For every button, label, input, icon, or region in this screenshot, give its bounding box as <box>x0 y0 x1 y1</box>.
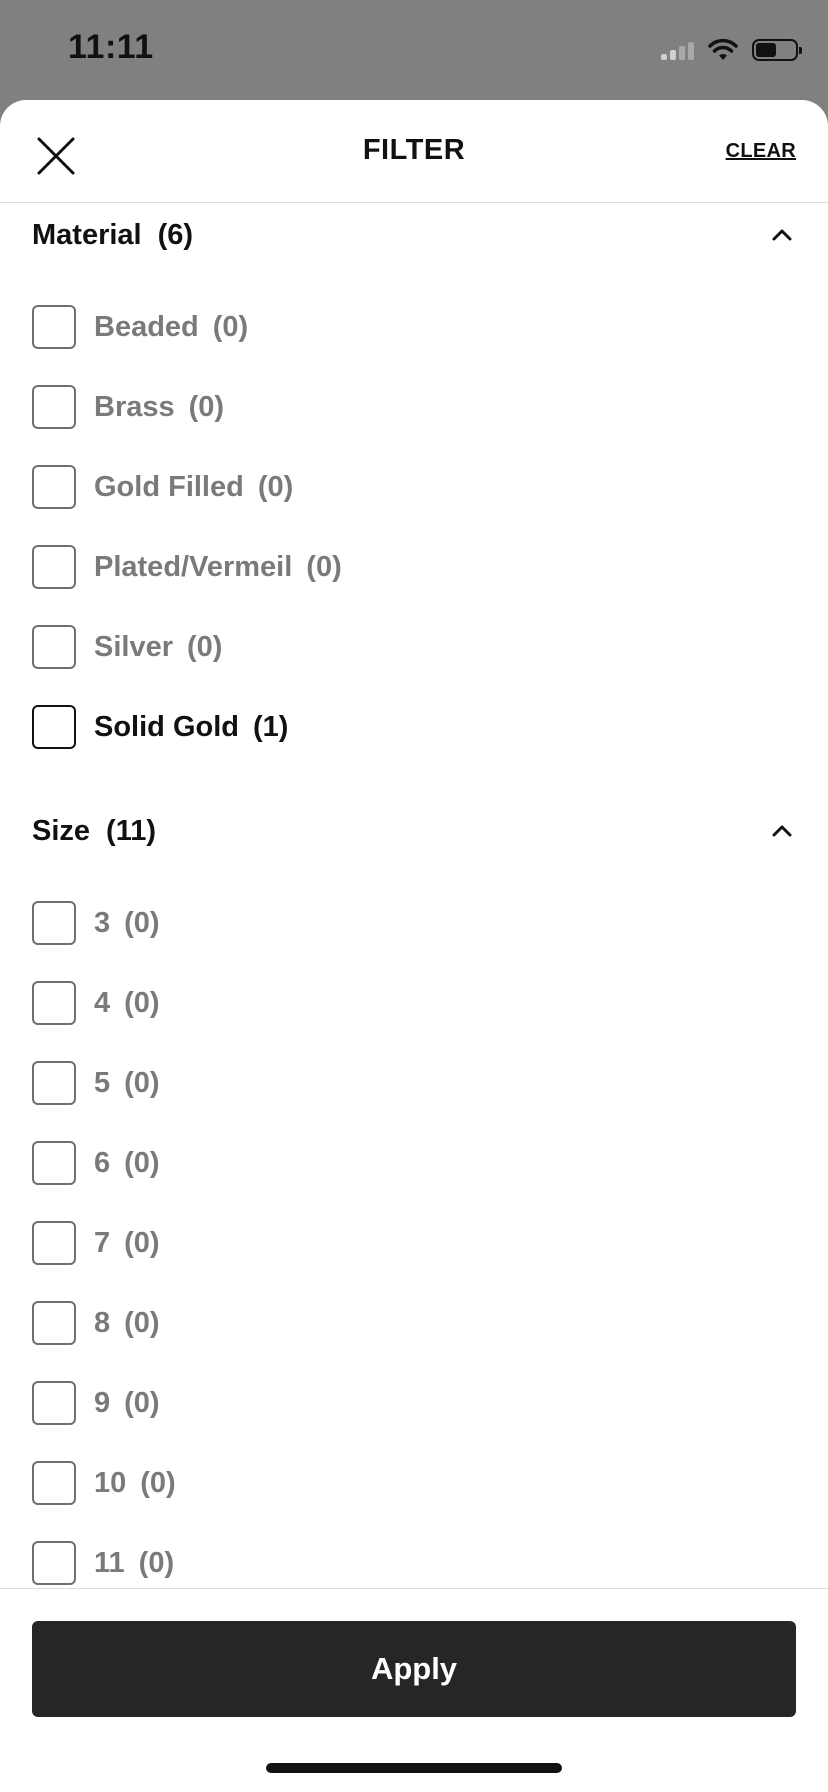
option-count: (0) <box>124 1146 160 1179</box>
option-count: (0) <box>257 470 294 503</box>
status-bar: 11:11 <box>0 0 828 100</box>
cellular-signal-icon <box>661 40 694 60</box>
option-label: Gold Filled <box>94 470 244 503</box>
checkbox[interactable] <box>32 1061 76 1105</box>
chevron-up-icon[interactable] <box>770 227 794 243</box>
option-label: 5 <box>94 1066 111 1099</box>
status-time: 11:11 <box>68 28 154 66</box>
options-list: 3 (0) 4 (0) 5 (0) 6 (0) 7 (0) 8 (0) 9 (0) 10 (0) 11 (0) <box>0 863 828 1613</box>
filter-option[interactable]: Solid Gold (1) <box>0 687 828 767</box>
option-label: Solid Gold <box>94 710 239 743</box>
status-icons <box>661 30 802 70</box>
checkbox[interactable] <box>32 545 76 589</box>
filter-option[interactable]: 5 (0) <box>0 1043 828 1123</box>
option-label: Brass <box>94 390 175 423</box>
option-count: (1) <box>253 710 289 743</box>
option-label: 7 <box>94 1226 111 1259</box>
option-label: 9 <box>94 1386 111 1419</box>
checkbox[interactable] <box>32 1381 76 1425</box>
wifi-icon <box>708 38 738 60</box>
checkbox[interactable] <box>32 1221 76 1265</box>
option-count: (0) <box>138 1546 175 1579</box>
section-header[interactable]: Size (11) <box>0 799 828 863</box>
checkbox[interactable] <box>32 705 76 749</box>
option-label: 8 <box>94 1306 111 1339</box>
option-count: (0) <box>188 390 225 423</box>
filter-section-material: Material (6) Beaded (0) Brass (0) Gold Filled (… <box>0 203 828 777</box>
option-count: (0) <box>140 1466 176 1499</box>
apply-button[interactable]: Apply <box>32 1621 796 1717</box>
filter-option[interactable]: Brass (0) <box>0 367 828 447</box>
section-title: Material <box>32 218 142 251</box>
filter-section-size: Size (11) 3 (0) 4 (0) 5 (0) 6 (0) 7 (0) 8 (0) 9 (0) 10 (0… <box>0 799 828 1613</box>
option-label: 3 <box>94 906 111 939</box>
section-count: (6) <box>157 218 194 251</box>
filter-option[interactable]: Plated/Vermeil (0) <box>0 527 828 607</box>
filter-option[interactable]: 3 (0) <box>0 883 828 963</box>
section-count: (11) <box>106 814 157 847</box>
filter-sheet: FILTER CLEAR Material (6) Beaded (0) Brass (0… <box>0 100 828 1792</box>
option-count: (0) <box>124 986 160 1019</box>
filter-header: FILTER CLEAR <box>0 100 828 203</box>
option-count: (0) <box>124 906 160 939</box>
filter-option[interactable]: 4 (0) <box>0 963 828 1043</box>
filter-footer: Apply <box>0 1588 828 1792</box>
clear-button[interactable]: CLEAR <box>726 140 796 163</box>
filter-option[interactable]: 7 (0) <box>0 1203 828 1283</box>
filter-option[interactable]: 6 (0) <box>0 1123 828 1203</box>
home-indicator <box>266 1763 562 1773</box>
section-header[interactable]: Material (6) <box>0 203 828 267</box>
filter-option[interactable]: Silver (0) <box>0 607 828 687</box>
option-count: (0) <box>124 1226 160 1259</box>
page-title: FILTER <box>362 134 466 166</box>
option-label: Silver <box>94 630 173 663</box>
option-count: (0) <box>212 310 249 343</box>
filter-option[interactable]: Gold Filled (0) <box>0 447 828 527</box>
option-count: (0) <box>124 1066 160 1099</box>
filter-list[interactable]: Material (6) Beaded (0) Brass (0) Gold Filled (… <box>0 203 828 1688</box>
section-title: Size <box>32 814 91 847</box>
option-count: (0) <box>124 1306 160 1339</box>
checkbox[interactable] <box>32 305 76 349</box>
battery-level <box>756 43 776 57</box>
option-label: 4 <box>94 986 111 1019</box>
filter-option[interactable]: 8 (0) <box>0 1283 828 1363</box>
filter-option[interactable]: Beaded (0) <box>0 287 828 367</box>
checkbox[interactable] <box>32 1141 76 1185</box>
option-label: Beaded <box>94 310 199 343</box>
checkbox[interactable] <box>32 1301 76 1345</box>
option-label: 6 <box>94 1146 111 1179</box>
checkbox[interactable] <box>32 1461 76 1505</box>
option-count: (0) <box>124 1386 160 1419</box>
checkbox[interactable] <box>32 901 76 945</box>
chevron-up-icon[interactable] <box>770 823 794 839</box>
option-label: 11 <box>94 1546 125 1579</box>
checkbox[interactable] <box>32 981 76 1025</box>
filter-option[interactable]: 9 (0) <box>0 1363 828 1443</box>
option-label: Plated/Vermeil <box>94 550 293 583</box>
filter-option[interactable]: 10 (0) <box>0 1443 828 1523</box>
checkbox[interactable] <box>32 385 76 429</box>
option-label: 10 <box>94 1466 127 1499</box>
checkbox[interactable] <box>32 625 76 669</box>
option-count: (0) <box>187 630 223 663</box>
option-count: (0) <box>306 550 342 583</box>
options-list: Beaded (0) Brass (0) Gold Filled (0) Plated/Ve… <box>0 267 828 777</box>
checkbox[interactable] <box>32 1541 76 1585</box>
checkbox[interactable] <box>32 465 76 509</box>
battery-icon <box>752 39 802 61</box>
